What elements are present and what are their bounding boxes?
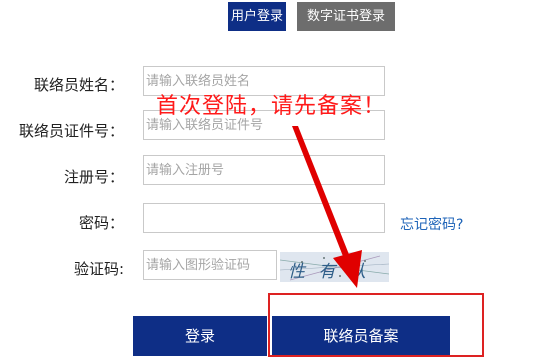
annotation-arrow [292,126,362,288]
